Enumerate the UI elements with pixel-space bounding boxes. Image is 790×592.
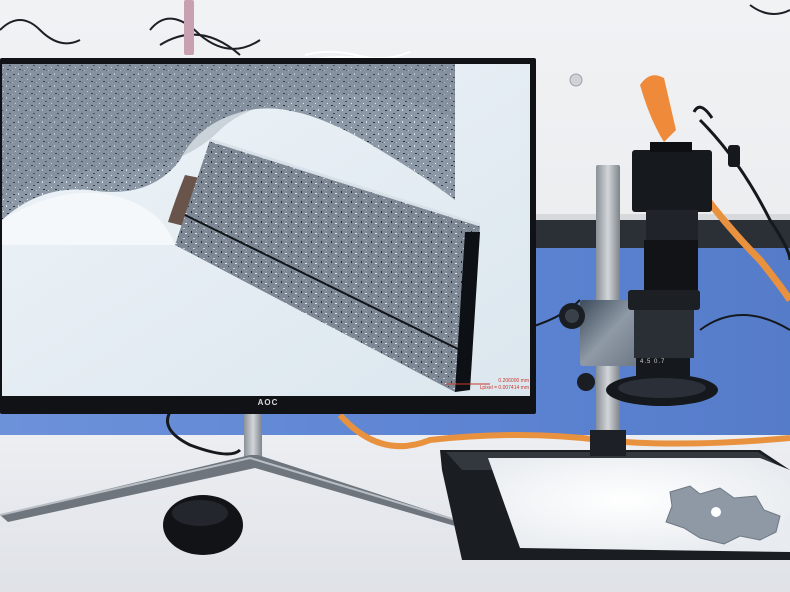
measurement-length: 0.206000 mm	[498, 378, 529, 384]
measurement-readout: 0.206000 mm Lpixel = 0.007414 mm	[449, 378, 529, 394]
microscope-base	[440, 450, 790, 560]
lens-zoom-markings: 4.5 0.7	[640, 359, 666, 365]
microscope-desk-scene	[0, 0, 790, 592]
microscope-image-screen	[2, 64, 530, 396]
monitor-brand-logo: AOC	[257, 398, 279, 407]
measurement-pixel-size: Lpixel = 0.007414 mm	[479, 385, 529, 391]
